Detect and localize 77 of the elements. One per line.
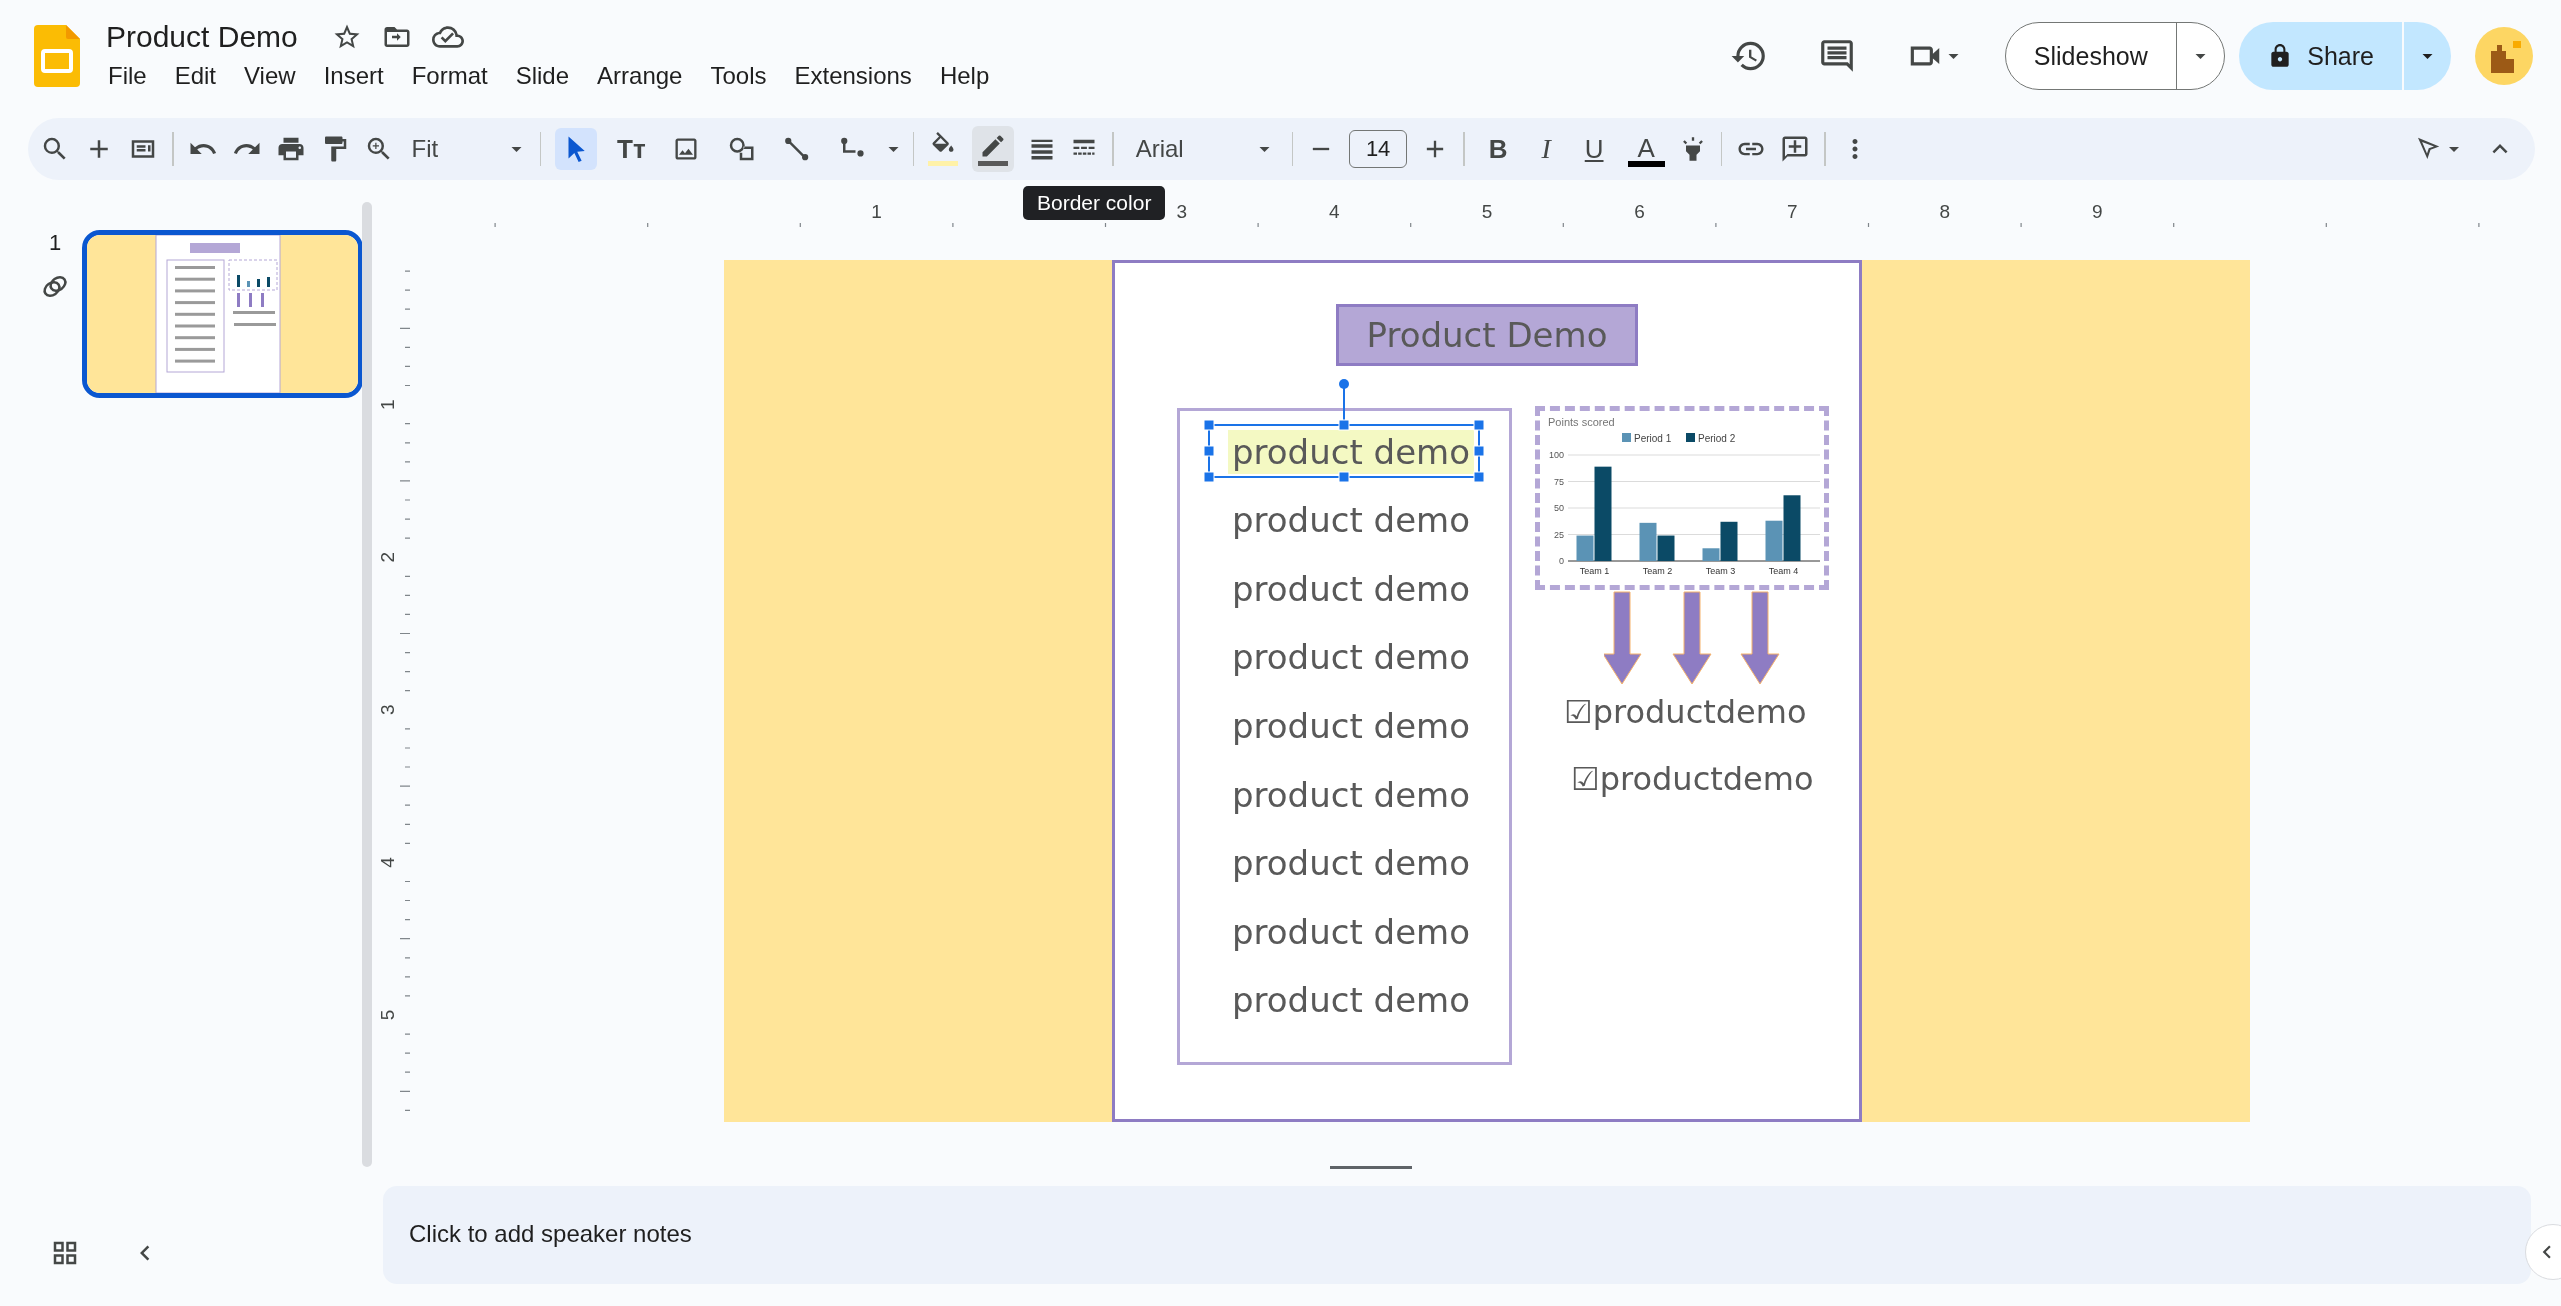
ruler-number: 2 (380, 551, 398, 562)
menu-item[interactable]: Slide (513, 60, 582, 92)
menu-item[interactable]: Tools (708, 60, 779, 92)
caret-icon (1258, 146, 1270, 152)
caret-icon (2195, 53, 2207, 59)
list-text[interactable]: product demo (1228, 429, 1474, 474)
list-text[interactable]: product demo (1228, 566, 1474, 611)
caret-icon[interactable] (2449, 146, 2459, 152)
ruler-number: 5 (1481, 201, 1493, 222)
list-text[interactable]: product demo (1228, 909, 1474, 954)
menu-item[interactable]: Arrange (595, 60, 695, 92)
text-color-button[interactable]: A (1627, 131, 1665, 167)
list-text[interactable]: product demo (1228, 772, 1474, 817)
speaker-notes-field[interactable]: Click to add speaker notes (383, 1186, 2531, 1284)
list-text[interactable]: product demo (1228, 635, 1474, 680)
color-indicator (978, 161, 1009, 166)
axis-label: Team 2 (1642, 565, 1673, 576)
axis-label: 0 (1559, 555, 1564, 566)
italic-button[interactable]: I (1531, 129, 1561, 169)
text-box[interactable]: product demo product demo product demo product demo product demo product demo product demo product demo product demo (1177, 407, 1512, 1065)
share-button[interactable]: Share (2239, 22, 2451, 90)
ruler-number: 3 (1176, 201, 1188, 222)
menu-item[interactable]: Extensions (792, 60, 924, 92)
text-box-tool[interactable]: Tт (611, 129, 652, 169)
caret-icon[interactable] (887, 146, 899, 152)
caret-icon (510, 146, 522, 152)
resize-handle[interactable] (1329, 1165, 1412, 1169)
bold-button[interactable]: B (1478, 129, 1518, 169)
ruler-number: 8 (1939, 201, 1951, 222)
ruler-number: 4 (1329, 201, 1340, 222)
select-tool[interactable] (555, 128, 597, 170)
zoom-dropdown[interactable]: Fit (407, 135, 526, 163)
underline-button[interactable]: U (1574, 129, 1614, 169)
axis-label: 75 (1554, 476, 1564, 486)
ruler-number: 1 (380, 398, 398, 410)
ruler-number: 1 (871, 201, 882, 222)
color-indicator (928, 161, 959, 166)
slideshow-button[interactable]: Slideshow (2004, 22, 2226, 90)
ruler-number: 5 (380, 1009, 398, 1020)
menu-item[interactable]: File (106, 60, 159, 92)
menu-item[interactable]: View (242, 60, 308, 92)
legend-label: Period 2 (1698, 432, 1736, 444)
axis-label: 100 (1548, 449, 1564, 460)
axis-label: Team 1 (1579, 565, 1610, 576)
menu-item[interactable]: Edit (172, 60, 229, 92)
ruler-number: 4 (380, 856, 398, 868)
border-color-button[interactable] (972, 126, 1015, 172)
menu-item[interactable]: Insert (321, 60, 396, 92)
font-size-field[interactable]: 14 (1349, 130, 1408, 168)
list-text[interactable]: product demo (1228, 841, 1474, 886)
menu-item[interactable]: Help (937, 60, 1002, 92)
legend-label: Period 1 (1634, 432, 1672, 444)
caret-icon (2422, 53, 2433, 59)
menu-item[interactable]: Format (409, 60, 500, 92)
ruler-number: 3 (380, 704, 398, 715)
axis-label: 25 (1554, 529, 1564, 539)
list-text[interactable]: product demo (1228, 498, 1474, 543)
share-label[interactable]: Share (2239, 22, 2402, 90)
caret-icon[interactable] (1947, 53, 1959, 59)
slideshow-label[interactable]: Slideshow (2005, 23, 2176, 89)
tooltip: Border color (1023, 186, 1166, 220)
selection-handles[interactable] (1204, 376, 1484, 485)
axis-label: Team 4 (1768, 565, 1799, 576)
scrollbar[interactable] (362, 202, 372, 1167)
list-text[interactable]: product demo (1228, 703, 1474, 748)
list-text[interactable]: product demo (1228, 978, 1474, 1023)
slide-number: 1 (48, 230, 62, 256)
document-title[interactable]: Product Demo (106, 20, 298, 54)
ruler-number: 6 (1634, 201, 1645, 222)
add-comment-icon[interactable] (1780, 134, 1811, 164)
ruler-number: 7 (1786, 201, 1798, 222)
chart-title: Points scored (1548, 415, 1615, 428)
avatar-icon[interactable] (2475, 27, 2533, 85)
ruler-number: 9 (2092, 201, 2103, 222)
font-dropdown[interactable]: Arial (1127, 135, 1278, 163)
axis-label: Team 3 (1705, 565, 1736, 576)
axis-label: 50 (1554, 502, 1564, 513)
